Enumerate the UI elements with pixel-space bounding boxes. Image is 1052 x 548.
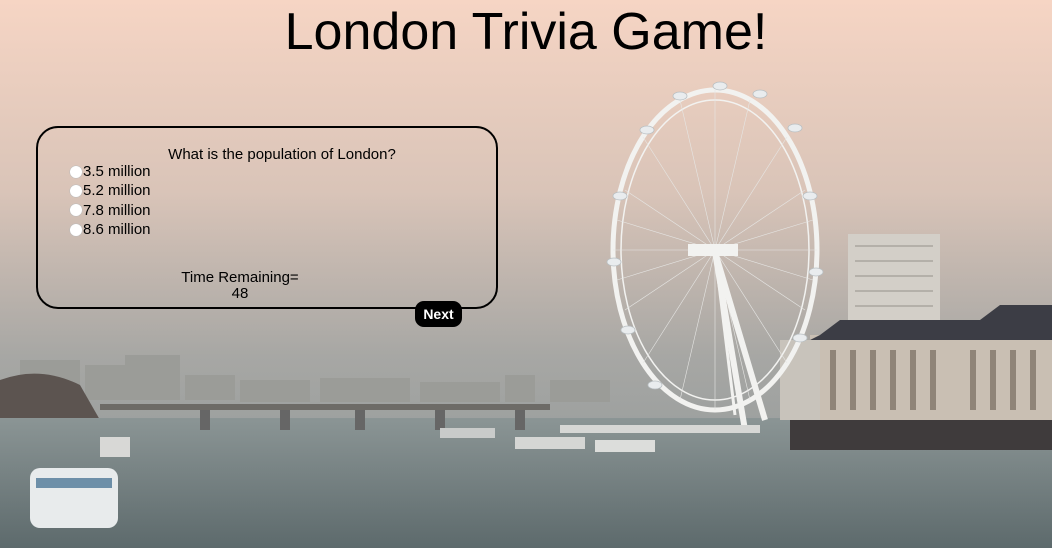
answer-label: 7.8 million [83, 201, 151, 219]
radio-button-icon[interactable] [70, 184, 82, 197]
next-button[interactable]: Next [415, 301, 462, 327]
answer-list: 3.5 million 5.2 million 7.8 million 8.6 … [70, 162, 151, 239]
radio-button-icon[interactable] [70, 223, 82, 236]
answer-label: 3.5 million [83, 163, 151, 181]
timer-label: Time Remaining= [181, 269, 299, 286]
radio-button-icon[interactable] [70, 165, 82, 178]
answer-option-4[interactable]: 8.6 million [70, 220, 151, 239]
timer-value: 48 [231, 285, 249, 302]
answer-label: 5.2 million [83, 182, 151, 200]
answer-option-3[interactable]: 7.8 million [70, 201, 151, 220]
radio-button-icon[interactable] [70, 204, 82, 217]
page-title: London Trivia Game! [284, 3, 768, 61]
question-text: What is the population of London? [168, 146, 396, 163]
quiz-card: What is the population of London? 3.5 mi… [36, 126, 498, 309]
answer-label: 8.6 million [83, 221, 151, 239]
answer-option-1[interactable]: 3.5 million [70, 162, 151, 181]
answer-option-2[interactable]: 5.2 million [70, 181, 151, 200]
